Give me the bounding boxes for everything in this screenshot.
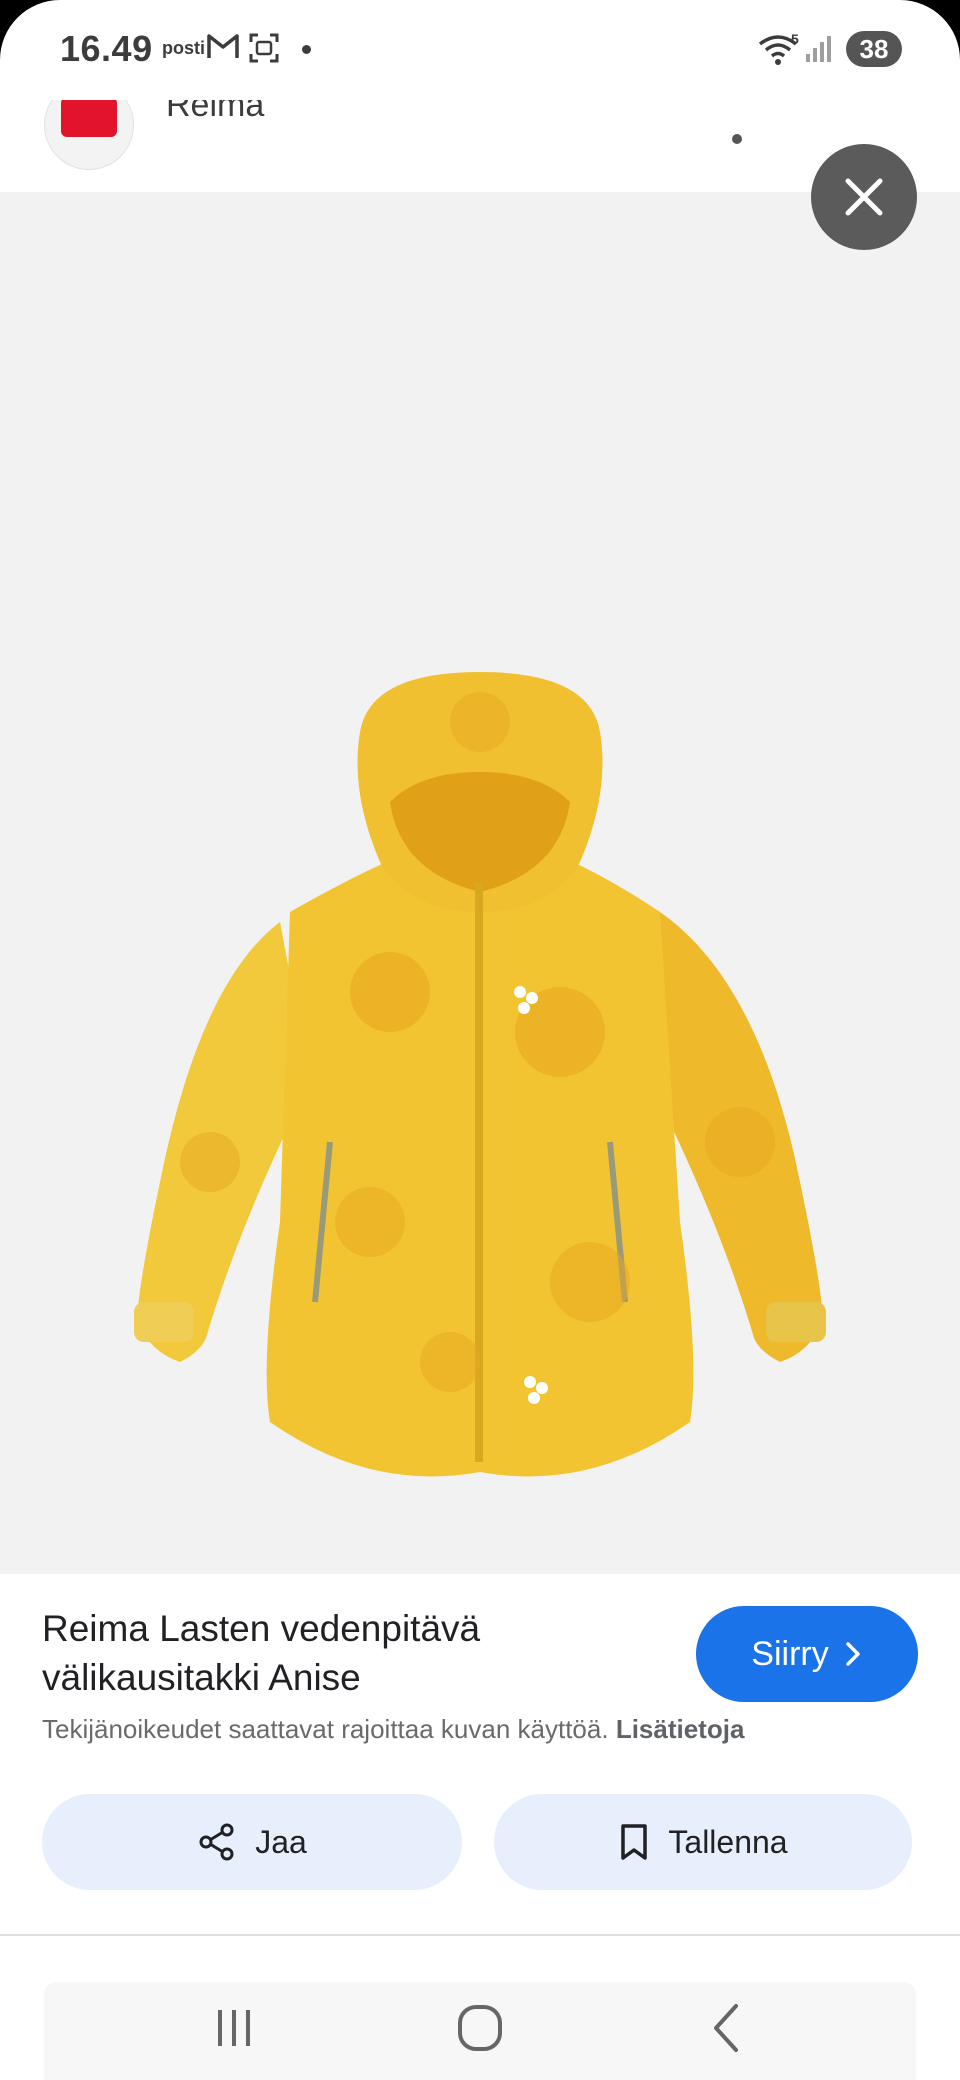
battery-indicator: 38 (846, 31, 902, 67)
more-info-link[interactable]: Lisätietoja (616, 1714, 745, 1744)
recent-apps-icon (218, 2010, 250, 2046)
copyright-text: Tekijänoikeudet saattavat rajoittaa kuva… (42, 1714, 609, 1744)
reima-logo-icon (61, 100, 117, 137)
network-label: 5 (791, 32, 799, 47)
bookmark-icon (621, 1824, 648, 1860)
go-button-label: Siirry (751, 1634, 829, 1673)
chevron-right-icon (845, 1642, 860, 1666)
system-nav-bar (44, 1982, 916, 2080)
back-icon (714, 2004, 738, 2052)
carrier-label: posti (162, 38, 205, 58)
share-icon (199, 1823, 234, 1861)
result-info-panel: Reima Lasten vedenpitävä välikausitakki … (0, 1574, 960, 1934)
back-button[interactable] (686, 1998, 766, 2058)
source-name[interactable]: Reima (166, 100, 264, 125)
close-button[interactable] (811, 144, 917, 250)
source-logo[interactable] (44, 100, 134, 170)
go-button[interactable]: Siirry (696, 1606, 918, 1702)
result-title: Reima Lasten vedenpitävä välikausitakki … (42, 1608, 481, 1698)
gmail-icon (206, 32, 240, 65)
close-icon (845, 178, 883, 216)
share-label: Jaa (255, 1823, 307, 1860)
more-dot-icon (732, 134, 742, 144)
wifi-icon: 5 (758, 31, 802, 71)
home-icon (458, 2005, 502, 2051)
screen: 16.49 posti 5 38 Reima Reima Lasten vede… (0, 0, 960, 2080)
copyright-notice: Tekijänoikeudet saattavat rajoittaa kuva… (42, 1714, 744, 1745)
image-viewer[interactable] (0, 192, 960, 1722)
status-bar: 16.49 posti 5 38 (0, 0, 960, 100)
screenshot-icon (248, 32, 280, 69)
divider (0, 1934, 960, 1936)
jacket-icon (134, 672, 826, 1477)
signal-icon (804, 34, 834, 69)
status-time: 16.49 (60, 28, 153, 69)
notification-dot-icon (302, 45, 311, 54)
home-button[interactable] (440, 1998, 520, 2058)
jacket-image (120, 662, 840, 1492)
save-label: Tallenna (668, 1823, 788, 1860)
share-button[interactable]: Jaa (42, 1794, 462, 1890)
save-button[interactable]: Tallenna (494, 1794, 912, 1890)
recent-apps-button[interactable] (194, 1998, 274, 2058)
